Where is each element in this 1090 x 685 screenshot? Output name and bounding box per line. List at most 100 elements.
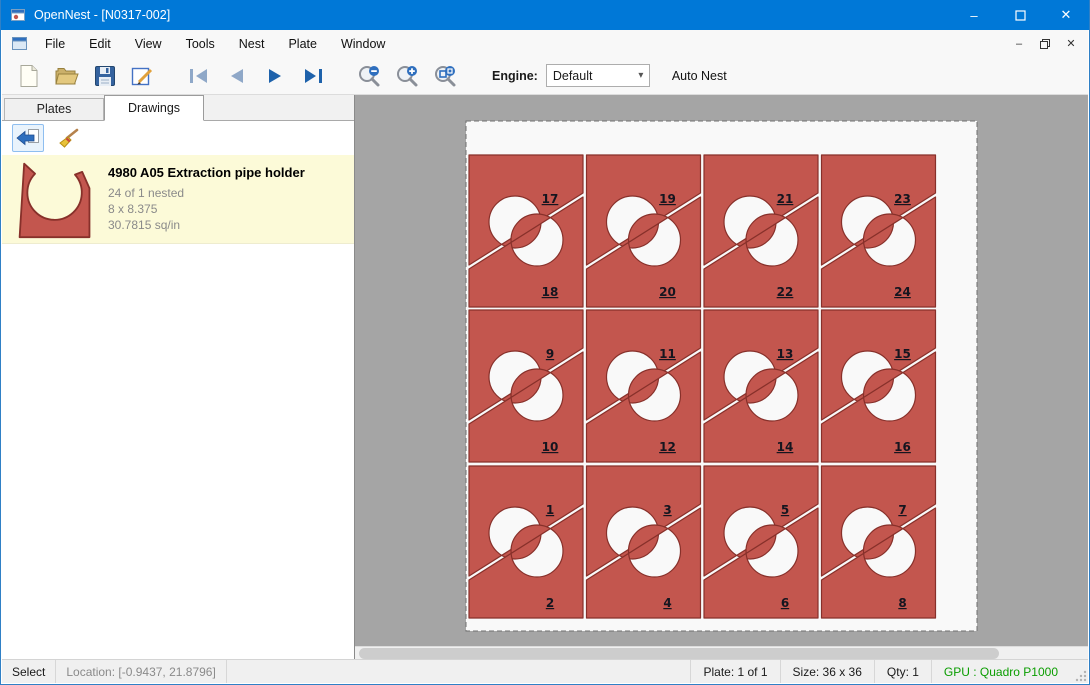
nest-block[interactable]: 1920 [587, 155, 701, 307]
nest-block[interactable]: 12 [469, 466, 583, 618]
menu-item-view[interactable]: View [123, 32, 174, 56]
first-plate-button[interactable] [180, 60, 218, 92]
close-button[interactable]: ✕ [1043, 0, 1089, 30]
toolbar: Engine: Default ▾ Auto Nest [2, 57, 1088, 95]
nest-block[interactable]: 21 22 [704, 155, 818, 307]
status-location: Location: [-0.9437, 21.8796] [56, 660, 225, 683]
nest-block[interactable]: 56 [704, 466, 818, 618]
new-file-icon [18, 64, 40, 88]
tab-drawings[interactable]: Drawings [104, 95, 204, 121]
part-number: 10 [542, 440, 559, 454]
menu-item-window[interactable]: Window [329, 32, 397, 56]
drawing-nested-count: 24 of 1 nested [108, 185, 305, 201]
part-number: 24 [894, 285, 911, 299]
engine-label: Engine: [492, 69, 538, 83]
part-number: 18 [542, 285, 559, 299]
zoom-fit-icon [433, 64, 457, 88]
drawing-thumbnail [16, 161, 94, 243]
last-plate-button[interactable] [294, 60, 332, 92]
menu-item-file[interactable]: File [33, 32, 77, 56]
send-to-nest-button[interactable] [12, 124, 44, 152]
resize-grip[interactable] [1070, 660, 1088, 683]
drawings-toolbar [2, 121, 354, 155]
part-number: 17 [542, 192, 559, 206]
part-number: 23 [894, 192, 911, 206]
part-number: 13 [777, 347, 794, 361]
title-bar: OpenNest - [N0317-002] – ✕ [1, 0, 1089, 30]
menu-item-edit[interactable]: Edit [77, 32, 123, 56]
next-plate-icon [265, 67, 285, 85]
app-icon [10, 7, 26, 23]
horizontal-scrollbar[interactable] [355, 646, 1088, 660]
menu-item-plate[interactable]: Plate [276, 32, 329, 56]
clean-button[interactable] [52, 124, 84, 152]
save-button[interactable] [86, 60, 124, 92]
nest-block[interactable]: 1314 [704, 310, 818, 462]
part-number: 7 [898, 503, 906, 517]
next-plate-button[interactable] [256, 60, 294, 92]
tab-plates[interactable]: Plates [4, 98, 104, 120]
previous-plate-button[interactable] [218, 60, 256, 92]
drawing-title: 4980 A05 Extraction pipe holder [108, 165, 305, 180]
nest-block[interactable]: 9 10 [469, 310, 583, 462]
part-number: 20 [659, 285, 676, 299]
part-number: 19 [659, 192, 676, 206]
mdi-minimize-button[interactable]: – [1006, 33, 1032, 55]
save-icon [94, 65, 116, 87]
nest-block[interactable]: 34 [587, 466, 701, 618]
save-edit-icon [131, 65, 155, 87]
nest-canvas[interactable]: 171819202122232491011121314151612345678 [354, 95, 1088, 660]
engine-value: Default [547, 69, 633, 83]
panel-tab-strip: Plates Drawings [2, 95, 354, 121]
last-plate-icon [302, 67, 324, 85]
new-button[interactable] [10, 60, 48, 92]
part-number: 9 [546, 347, 554, 361]
part-number: 2 [546, 596, 554, 610]
menu-bar: FileEditViewToolsNestPlateWindow – ✕ [2, 30, 1088, 57]
status-gpu: GPU : Quadro P1000 [931, 660, 1070, 683]
status-size: Size: 36 x 36 [780, 660, 874, 683]
open-button[interactable] [48, 60, 86, 92]
part-number: 8 [898, 596, 906, 610]
clean-icon [56, 127, 80, 149]
status-mode: Select [2, 660, 55, 683]
minimize-button[interactable]: – [951, 0, 997, 30]
drawing-list-item[interactable]: 4980 A05 Extraction pipe holder 24 of 1 … [2, 155, 354, 244]
previous-plate-icon [227, 67, 247, 85]
plate-svg[interactable]: 171819202122232491011121314151612345678 [465, 120, 978, 632]
zoom-fit-button[interactable] [426, 60, 464, 92]
menu-item-tools[interactable]: Tools [174, 32, 227, 56]
engine-select[interactable]: Default ▾ [546, 64, 650, 87]
status-qty: Qty: 1 [874, 660, 931, 683]
part-number: 15 [894, 347, 911, 361]
part-number: 3 [663, 503, 671, 517]
nest-block[interactable]: 1112 [587, 310, 701, 462]
part-number: 1 [546, 503, 554, 517]
nest-block[interactable]: 1516 [822, 310, 936, 462]
horizontal-scrollbar-thumb[interactable] [359, 648, 999, 659]
nest-block[interactable]: 1718 [469, 155, 583, 307]
nest-block[interactable]: 23 24 [822, 155, 936, 307]
part-number: 21 [777, 192, 794, 206]
drawing-size: 8 x 8.375 [108, 201, 305, 217]
part-number: 6 [781, 596, 789, 610]
nest-block[interactable]: 78 [822, 466, 936, 618]
part-number: 4 [663, 596, 671, 610]
zoom-out-button[interactable] [350, 60, 388, 92]
zoom-out-icon [357, 64, 381, 88]
save-edit-button[interactable] [124, 60, 162, 92]
send-to-nest-icon [15, 127, 41, 149]
drawing-area: 30.7815 sq/in [108, 217, 305, 233]
mdi-restore-button[interactable] [1032, 33, 1058, 55]
window-title: OpenNest - [N0317-002] [34, 8, 170, 22]
zoom-in-button[interactable] [388, 60, 426, 92]
auto-nest-button[interactable]: Auto Nest [672, 69, 727, 83]
maximize-button[interactable] [997, 0, 1043, 30]
part-number: 22 [777, 285, 794, 299]
menu-item-nest[interactable]: Nest [227, 32, 277, 56]
part-number: 11 [659, 347, 676, 361]
status-plate: Plate: 1 of 1 [690, 660, 779, 683]
mdi-close-button[interactable]: ✕ [1058, 33, 1084, 55]
part-number: 5 [781, 503, 789, 517]
part-number: 16 [894, 440, 911, 454]
